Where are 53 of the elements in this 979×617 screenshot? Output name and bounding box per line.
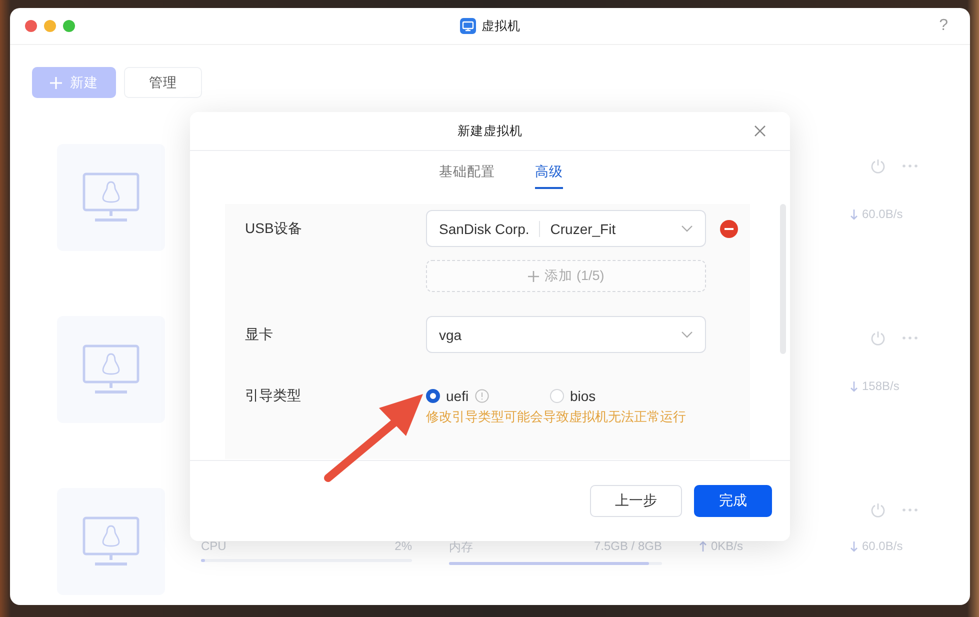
stat-value: 2% (394, 539, 412, 553)
upload-speed: 0KB/s (711, 539, 744, 553)
vm-thumbnail[interactable] (57, 316, 165, 423)
vm-thumbnail[interactable] (57, 488, 165, 595)
power-icon[interactable] (870, 330, 886, 346)
plus-icon (528, 270, 539, 282)
radio-option[interactable]: uefi (426, 388, 469, 404)
power-icon[interactable] (870, 502, 886, 518)
more-icon[interactable] (902, 336, 918, 340)
download-speed: 60.0B/s (862, 207, 903, 221)
close-button[interactable] (25, 20, 37, 32)
field-label: 引导类型 (245, 386, 302, 405)
plus-icon (50, 76, 62, 88)
download-speed: 60.0B/s (862, 539, 903, 553)
select-value: vga (439, 326, 462, 342)
field-label: USB设备 (245, 219, 303, 238)
info-icon[interactable] (474, 388, 489, 402)
stat-value: 7.5GB / 8GB (594, 539, 662, 555)
minimize-button[interactable] (44, 20, 56, 32)
caret-icon (681, 331, 693, 338)
usb-device-select[interactable]: SanDisk Corp. Cruzer_Fit (426, 210, 706, 247)
download-arrow-icon (850, 540, 858, 552)
dialog-title: 新建虚拟机 (458, 122, 522, 140)
monitor-penguin-icon (82, 344, 140, 396)
download-arrow-icon (850, 380, 858, 392)
download-arrow-icon (850, 208, 858, 220)
radio-option[interactable]: bios (550, 388, 596, 404)
download-speed: 158B/s (862, 379, 900, 393)
back-button[interactable]: 上一步 (590, 485, 682, 517)
zoom-button[interactable] (63, 20, 75, 32)
warning-text: 修改引导类型可能会导致虚拟机无法正常运行 (426, 408, 687, 426)
more-icon[interactable] (902, 164, 918, 168)
product-text: Cruzer_Fit (550, 220, 616, 236)
vm-thumbnail[interactable] (57, 144, 165, 251)
app-icon (460, 18, 476, 34)
close-button[interactable] (754, 125, 766, 137)
finish-button[interactable]: 完成 (694, 485, 772, 517)
caret-icon (681, 225, 693, 232)
vendor-text: SanDisk Corp. (439, 220, 530, 236)
more-icon[interactable] (902, 508, 918, 512)
manage-button[interactable]: 管理 (124, 67, 202, 98)
power-icon[interactable] (870, 158, 886, 174)
tab[interactable]: 基础配置 (439, 151, 495, 189)
stat-label: CPU (201, 539, 226, 553)
window-title: 虚拟机 (482, 18, 520, 34)
tab[interactable]: 高级 (535, 151, 563, 189)
stat-label: 内存 (449, 539, 473, 556)
field-label: 显卡 (245, 325, 274, 344)
monitor-penguin-icon (82, 516, 140, 568)
upload-arrow-icon (699, 540, 707, 552)
monitor-penguin-icon (82, 172, 140, 224)
graphics-select[interactable]: vga (426, 316, 706, 353)
remove-button[interactable] (720, 220, 738, 238)
